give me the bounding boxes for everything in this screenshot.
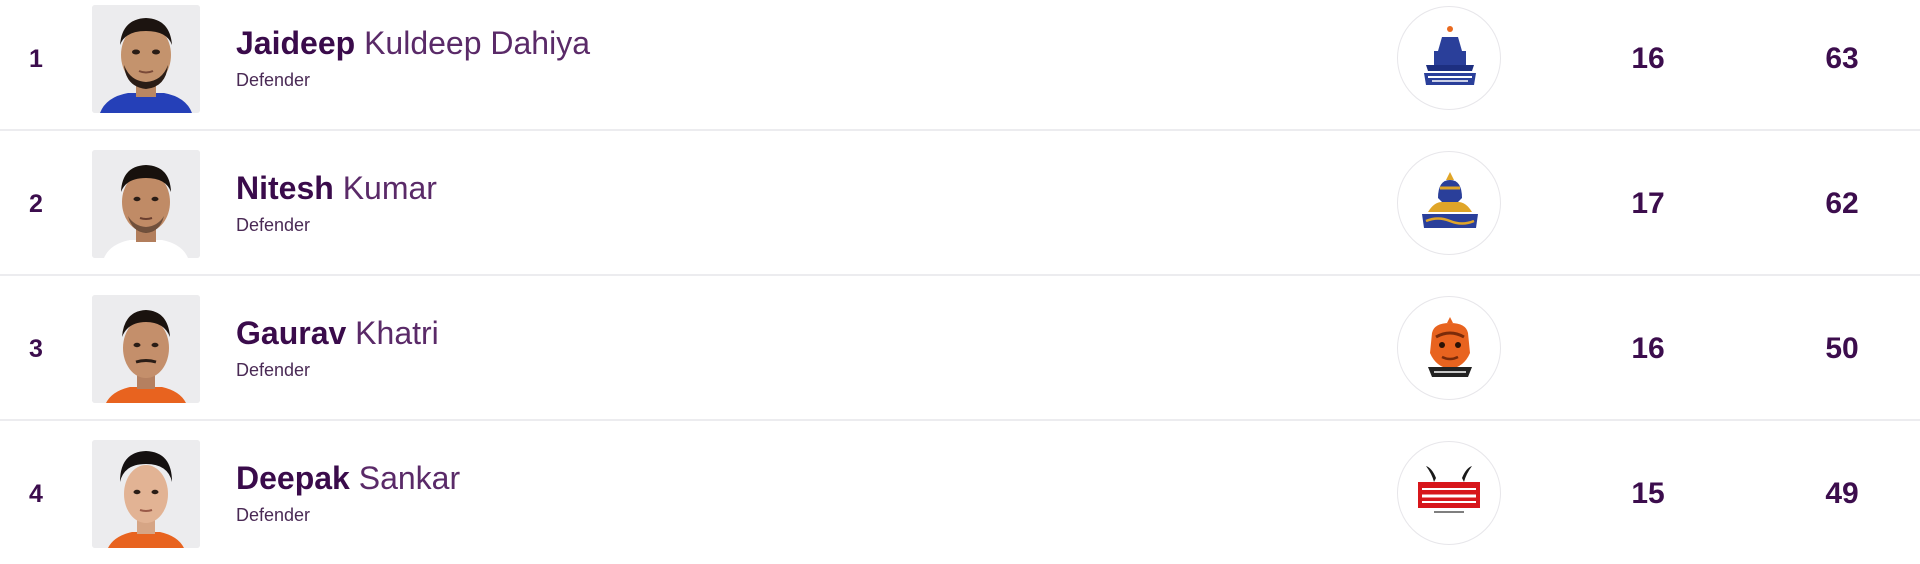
player-name-block: Nitesh Kumar Defender	[236, 168, 437, 236]
player-photo	[92, 295, 200, 403]
tackle-points: 49	[1825, 477, 1859, 510]
table-row[interactable]: 2 Nitesh Kumar Defender 17 62	[0, 132, 1920, 276]
player-name-block: Gaurav Khatri Defender	[236, 313, 439, 381]
player-first-name: Deepak	[236, 460, 350, 496]
player-last-name: Kumar	[342, 170, 437, 206]
puneri-paltan-logo-icon	[1397, 296, 1501, 400]
rank-number: 3	[29, 335, 43, 363]
row-divider	[0, 129, 1920, 131]
tackle-points: 63	[1825, 42, 1859, 75]
player-position: Defender	[236, 215, 311, 235]
table-row[interactable]: 3 Gaurav Khatri Defender 16 50	[0, 277, 1920, 421]
tackle-points: 50	[1825, 332, 1859, 365]
player-name[interactable]: Gaurav Khatri	[236, 313, 439, 353]
matches-played: 16	[1631, 42, 1665, 75]
player-position: Defender	[236, 70, 311, 90]
matches-played: 15	[1631, 477, 1665, 510]
player-first-name: Jaideep	[236, 25, 356, 61]
player-last-name: Kuldeep Dahiya	[364, 25, 590, 61]
player-name[interactable]: Nitesh Kumar	[236, 168, 437, 208]
rank-number: 1	[29, 45, 43, 73]
player-name-block: Jaideep Kuldeep Dahiya Defender	[236, 23, 590, 91]
matches-played: 16	[1631, 332, 1665, 365]
rank-number: 2	[29, 190, 43, 218]
player-name-block: Deepak Sankar Defender	[236, 458, 460, 526]
row-divider	[0, 274, 1920, 276]
tamil-thalaivas-logo-icon	[1397, 151, 1501, 255]
player-first-name: Gaurav	[236, 315, 347, 351]
player-name[interactable]: Deepak Sankar	[236, 458, 460, 498]
leaderboard-table: 1 Jaideep Kuldeep Dahiya Defender 16 63 …	[0, 0, 1920, 564]
player-position: Defender	[236, 505, 311, 525]
table-row[interactable]: 4 Deepak Sankar Defender 15 49	[0, 422, 1920, 564]
matches-played: 17	[1631, 187, 1665, 220]
table-row[interactable]: 1 Jaideep Kuldeep Dahiya Defender 16 63	[0, 0, 1920, 131]
row-divider	[0, 419, 1920, 421]
rank-number: 4	[29, 480, 43, 508]
bengaluru-bulls-logo-icon	[1397, 441, 1501, 545]
player-name[interactable]: Jaideep Kuldeep Dahiya	[236, 23, 590, 63]
player-position: Defender	[236, 360, 311, 380]
player-photo	[92, 440, 200, 548]
tackle-points: 62	[1825, 187, 1859, 220]
player-photo	[92, 5, 200, 113]
player-last-name: Khatri	[355, 315, 439, 351]
haryana-steelers-logo-icon	[1397, 6, 1501, 110]
player-last-name: Sankar	[358, 460, 461, 496]
player-photo	[92, 150, 200, 258]
player-first-name: Nitesh	[236, 170, 334, 206]
